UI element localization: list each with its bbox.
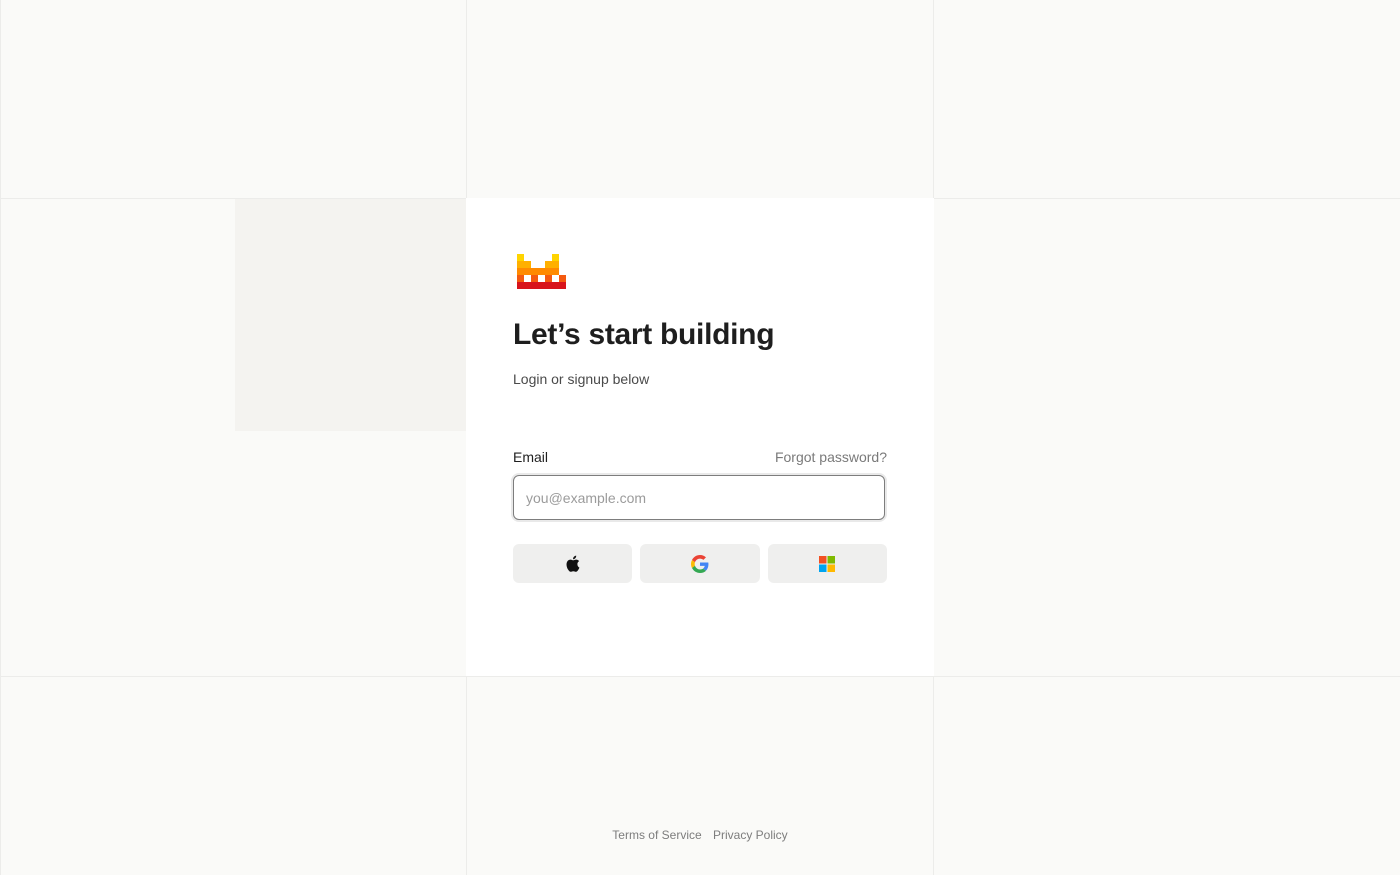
apple-login-button[interactable] [513, 544, 633, 583]
microsoft-login-button[interactable] [767, 544, 887, 583]
forgot-password-link[interactable]: Forgot password? [775, 449, 887, 465]
email-input[interactable] [513, 475, 885, 520]
email-label: Email [513, 449, 549, 465]
footer: Terms of Service Privacy Policy [0, 828, 1400, 842]
apple-icon [566, 555, 580, 572]
terms-of-service-link[interactable]: Terms of Service [612, 828, 701, 842]
page-title: Let’s start building [513, 318, 775, 351]
login-page: Let’s start building Login or signup bel… [0, 0, 1400, 875]
privacy-policy-link[interactable]: Privacy Policy [713, 828, 788, 842]
grid-line [0, 676, 1400, 677]
login-card: Let’s start building Login or signup bel… [466, 198, 934, 676]
sso-buttons [513, 544, 887, 583]
page-subtitle: Login or signup below [513, 371, 650, 387]
google-login-button[interactable] [640, 544, 760, 583]
decorative-block [235, 199, 466, 431]
grid-line [0, 0, 1, 875]
google-icon [690, 554, 709, 573]
brand-logo-icon [517, 254, 566, 289]
microsoft-icon [819, 555, 836, 572]
